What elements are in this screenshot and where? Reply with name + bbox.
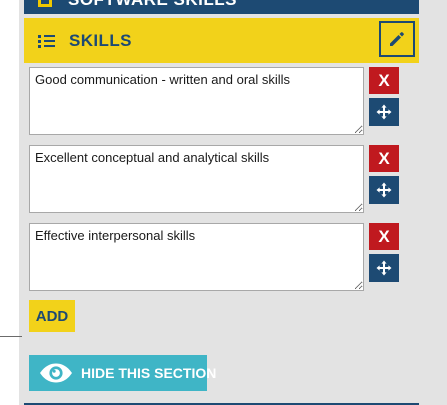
eye-icon xyxy=(40,363,72,383)
delete-skill-button[interactable]: X xyxy=(369,67,399,94)
delete-skill-button[interactable]: X xyxy=(369,223,399,250)
move-skill-handle[interactable] xyxy=(369,98,399,126)
hide-section-label: HIDE THIS SECTION xyxy=(81,365,217,381)
pencil-icon xyxy=(390,32,404,46)
software-skills-header[interactable]: SOFTWARE SKILLS xyxy=(24,0,419,14)
list-icon xyxy=(38,34,56,48)
move-skill-handle[interactable] xyxy=(369,176,399,204)
hide-section-button[interactable]: HIDE THIS SECTION xyxy=(29,355,216,391)
edit-section-button[interactable] xyxy=(379,21,415,57)
skill-textarea[interactable]: Excellent conceptual and analytical skil… xyxy=(29,145,364,213)
skills-header: SKILLS xyxy=(24,18,419,63)
section-icon xyxy=(38,0,52,7)
skills-title: SKILLS xyxy=(69,31,132,50)
delete-skill-button[interactable]: X xyxy=(369,145,399,172)
skill-textarea[interactable]: Effective interpersonal skills xyxy=(29,223,364,291)
move-icon xyxy=(376,260,392,276)
move-icon xyxy=(376,182,392,198)
skill-textarea[interactable]: Good communication - written and oral sk… xyxy=(29,67,364,135)
skill-item: Excellent conceptual and analytical skil… xyxy=(29,145,399,213)
skill-item: Good communication - written and oral sk… xyxy=(29,67,399,135)
software-skills-title: SOFTWARE SKILLS xyxy=(68,0,237,10)
divider xyxy=(0,336,22,337)
move-icon xyxy=(376,104,392,120)
move-skill-handle[interactable] xyxy=(369,254,399,282)
add-skill-button[interactable]: ADD xyxy=(29,300,75,332)
skill-item: Effective interpersonal skills X xyxy=(29,223,399,291)
